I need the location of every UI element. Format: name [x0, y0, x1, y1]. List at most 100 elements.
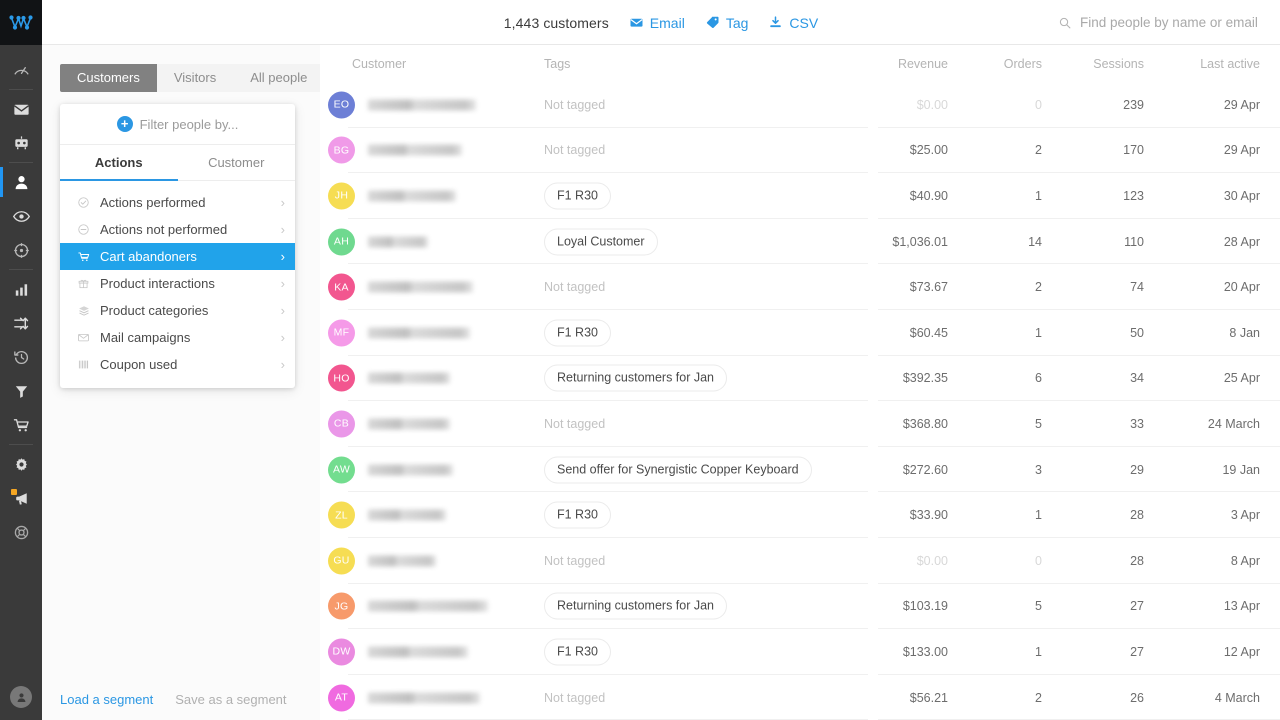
customer-name-redacted[interactable] [368, 464, 453, 476]
customer-name-redacted[interactable] [368, 236, 428, 248]
load-segment-button[interactable]: Load a segment [60, 692, 153, 707]
rail-item-settings[interactable] [0, 447, 42, 481]
table-row[interactable]: GU Not tagged $0.00 0 28 8 Apr [320, 538, 1280, 584]
customer-name-redacted[interactable] [368, 555, 436, 567]
customer-name-redacted[interactable] [368, 190, 456, 202]
tag-cell[interactable]: F1 R30 [544, 501, 611, 529]
table-row[interactable]: JH F1 R30 $40.90 1 123 30 Apr [320, 173, 1280, 219]
rail-item-help[interactable] [0, 515, 42, 549]
search-input[interactable] [1080, 15, 1260, 30]
tab-all-people[interactable]: All people [233, 64, 324, 92]
customer-name-redacted[interactable] [368, 509, 446, 521]
rail-item-announcements[interactable] [0, 481, 42, 515]
table-row[interactable]: ZL F1 R30 $33.90 1 28 3 Apr [320, 492, 1280, 538]
rail-item-automation[interactable] [0, 126, 42, 160]
tag-cell[interactable]: Returning customers for Jan [544, 364, 728, 392]
table-row[interactable]: HO Returning customers for Jan $392.35 6 34 2… [320, 356, 1280, 402]
column-header-tags[interactable]: Tags [544, 57, 570, 71]
tab-customers[interactable]: Customers [60, 64, 157, 92]
table-row[interactable]: MF F1 R30 $60.45 1 50 8 Jan [320, 310, 1280, 356]
filter-tab-customer[interactable]: Customer [178, 145, 296, 181]
filter-option-label: Product categories [100, 303, 209, 318]
column-header-revenue[interactable]: Revenue [868, 57, 948, 71]
table-row[interactable]: KA Not tagged $73.67 2 74 20 Apr [320, 264, 1280, 310]
table-row[interactable]: DW F1 R30 $133.00 1 27 12 Apr [320, 629, 1280, 675]
table-row[interactable]: AH Loyal Customer $1,036.01 14 110 28 Apr [320, 219, 1280, 265]
rail-item-history[interactable] [0, 340, 42, 374]
tab-visitors[interactable]: Visitors [157, 64, 233, 92]
sessions-cell: 34 [1130, 371, 1144, 386]
tag-pill: Returning customers for Jan [544, 592, 728, 620]
column-header-orders[interactable]: Orders [980, 57, 1042, 71]
tag-cell[interactable]: Not tagged [544, 689, 605, 707]
envelope-icon [13, 104, 29, 115]
table-row[interactable]: JG Returning customers for Jan $103.19 5 27 1… [320, 584, 1280, 630]
column-header-customer[interactable]: Customer [352, 57, 406, 71]
last-active-cell: 24 March [1207, 416, 1260, 431]
sessions-cell: 27 [1130, 599, 1144, 614]
tag-cell[interactable]: Not tagged [544, 415, 605, 433]
tag-cell[interactable]: Returning customers for Jan [544, 592, 728, 620]
rail-item-filters[interactable] [0, 374, 42, 408]
tag-cell[interactable]: F1 R30 [544, 319, 611, 347]
table-body: EO Not tagged $0.00 0 239 29 Apr BG Not tagged $… [320, 82, 1280, 720]
table-row[interactable]: AW Send offer for Synergistic Copper Keyb… [320, 447, 1280, 493]
email-action-button[interactable]: Email [629, 15, 685, 31]
tag-cell[interactable]: Send offer for Synergistic Copper Keyboa… [544, 456, 812, 484]
table-row[interactable]: CB Not tagged $368.80 5 33 24 March [320, 401, 1280, 447]
tag-cell[interactable]: Not tagged [544, 552, 605, 570]
rail-item-targeting[interactable] [0, 233, 42, 267]
customer-name-redacted[interactable] [368, 418, 450, 430]
chevron-right-icon: › [280, 303, 285, 318]
rail-item-analytics[interactable] [0, 272, 42, 306]
tag-empty-label: Not tagged [544, 690, 606, 705]
table-row[interactable]: EO Not tagged $0.00 0 239 29 Apr [320, 82, 1280, 128]
customer-name-redacted[interactable] [368, 281, 473, 293]
customer-name-redacted[interactable] [368, 646, 468, 658]
filter-option-coupon-used[interactable]: Coupon used › [60, 351, 295, 378]
gear-icon [15, 457, 27, 471]
tag-cell[interactable]: Not tagged [544, 96, 605, 114]
customer-name-redacted[interactable] [368, 372, 450, 384]
customer-name-redacted[interactable] [368, 600, 488, 612]
filter-option-product-categories[interactable]: Product categories › [60, 297, 295, 324]
tag-cell[interactable]: Not tagged [544, 278, 605, 296]
tag-cell[interactable]: F1 R30 [544, 638, 611, 666]
filter-option-product-interactions[interactable]: Product interactions › [60, 270, 295, 297]
tag-cell[interactable]: Loyal Customer [544, 228, 658, 256]
column-header-sessions[interactable]: Sessions [1062, 57, 1144, 71]
avatar: JG [328, 592, 355, 620]
customer-name-redacted[interactable] [368, 99, 476, 111]
save-segment-button[interactable]: Save as a segment [175, 692, 286, 707]
sessions-cell: 170 [1123, 143, 1144, 158]
tag-cell[interactable]: Not tagged [544, 141, 605, 159]
envelope-icon [76, 331, 91, 344]
tag-cell[interactable]: F1 R30 [544, 182, 611, 210]
csv-action-button[interactable]: CSV [768, 15, 818, 31]
rail-item-live-view[interactable] [0, 199, 42, 233]
search-icon [1059, 17, 1071, 28]
table-row[interactable]: AT Not tagged $56.21 2 26 4 March [320, 675, 1280, 720]
envelope-icon [630, 18, 643, 27]
rail-item-orders[interactable] [0, 408, 42, 442]
customer-name-redacted[interactable] [368, 327, 470, 339]
rail-item-funnels[interactable] [0, 306, 42, 340]
filter-people-by-button[interactable]: + Filter people by... [60, 104, 295, 145]
rail-item-email[interactable] [0, 92, 42, 126]
rail-item-dashboard[interactable] [0, 53, 42, 87]
filter-option-cart-abandoners[interactable]: Cart abandoners › [60, 243, 295, 270]
table-row[interactable]: BG Not tagged $25.00 2 170 29 Apr [320, 128, 1280, 174]
rail-item-customers[interactable] [0, 165, 42, 199]
column-header-last-active[interactable]: Last active [1166, 57, 1260, 71]
customer-name-redacted[interactable] [368, 692, 480, 704]
customer-name-redacted[interactable] [368, 144, 462, 156]
filter-option-actions-not-performed[interactable]: Actions not performed › [60, 216, 295, 243]
rail-user-account[interactable] [0, 686, 42, 708]
tag-empty-label: Not tagged [544, 280, 606, 295]
filter-tab-actions[interactable]: Actions [60, 145, 178, 181]
filter-option-mail-campaigns[interactable]: Mail campaigns › [60, 324, 295, 351]
app-logo[interactable] [0, 0, 42, 45]
filter-option-actions-performed[interactable]: Actions performed › [60, 189, 295, 216]
tag-action-button[interactable]: Tag [705, 15, 748, 31]
avatar: HO [328, 364, 355, 392]
